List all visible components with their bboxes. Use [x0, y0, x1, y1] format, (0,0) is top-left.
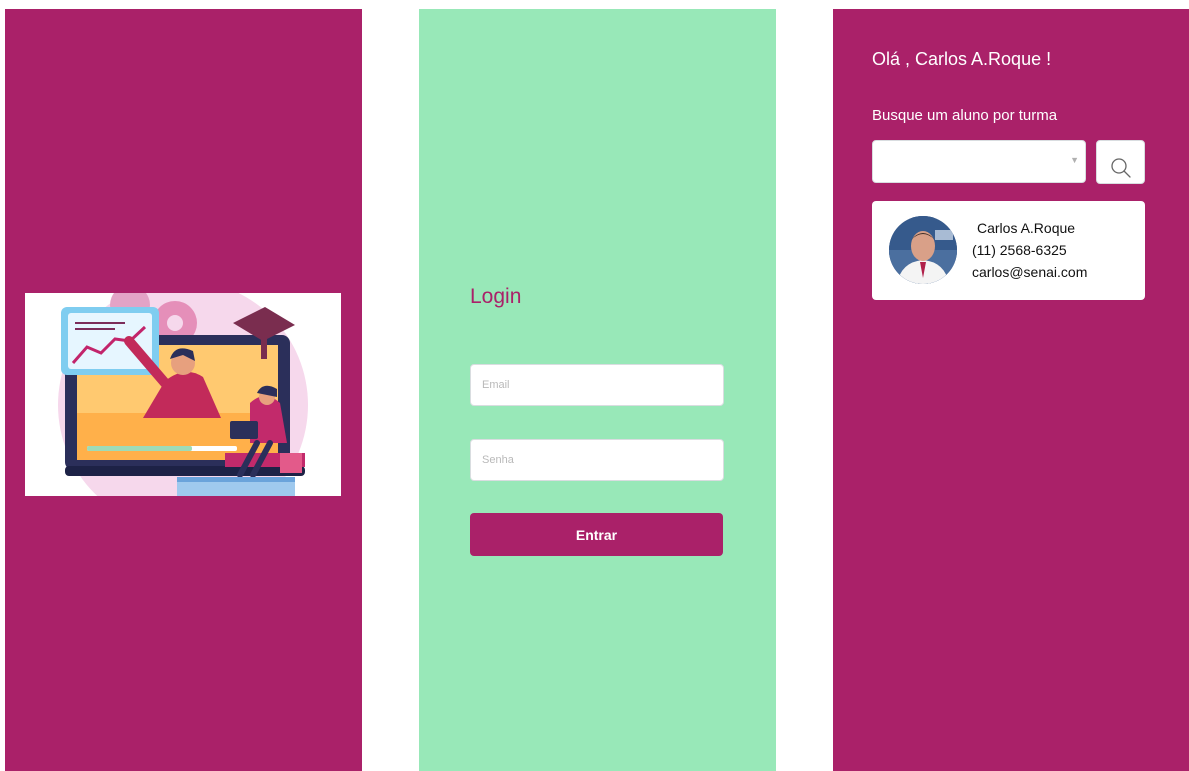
greeting-text: Olá , Carlos A.Roque ! — [872, 49, 1052, 69]
search-icon — [1110, 157, 1131, 178]
search-button[interactable] — [1096, 140, 1145, 184]
student-email: carlos@senai.com — [972, 264, 1088, 280]
chevron-down-icon: ▼ — [1070, 155, 1079, 165]
login-screen: Login Entrar — [419, 9, 776, 771]
student-search-screen: Olá , Carlos A.Roque ! Busque um aluno p… — [833, 9, 1189, 771]
search-prompt: Busque um aluno por turma — [872, 107, 1058, 124]
login-button[interactable]: Entrar — [470, 513, 723, 556]
student-phone: (11) 2568-6325 — [972, 242, 1067, 258]
splash-screen — [5, 9, 362, 771]
password-field[interactable] — [470, 439, 724, 481]
student-card[interactable]: Carlos A.Roque (11) 2568-6325 carlos@sen… — [872, 201, 1145, 300]
avatar — [889, 216, 957, 284]
class-select[interactable]: ▼ — [872, 140, 1086, 183]
online-teaching-illustration — [25, 293, 341, 496]
student-info: Carlos A.Roque (11) 2568-6325 carlos@sen… — [972, 217, 1087, 283]
login-title: Login — [470, 285, 522, 308]
student-name: Carlos A.Roque — [977, 220, 1076, 236]
email-field[interactable] — [470, 364, 724, 406]
